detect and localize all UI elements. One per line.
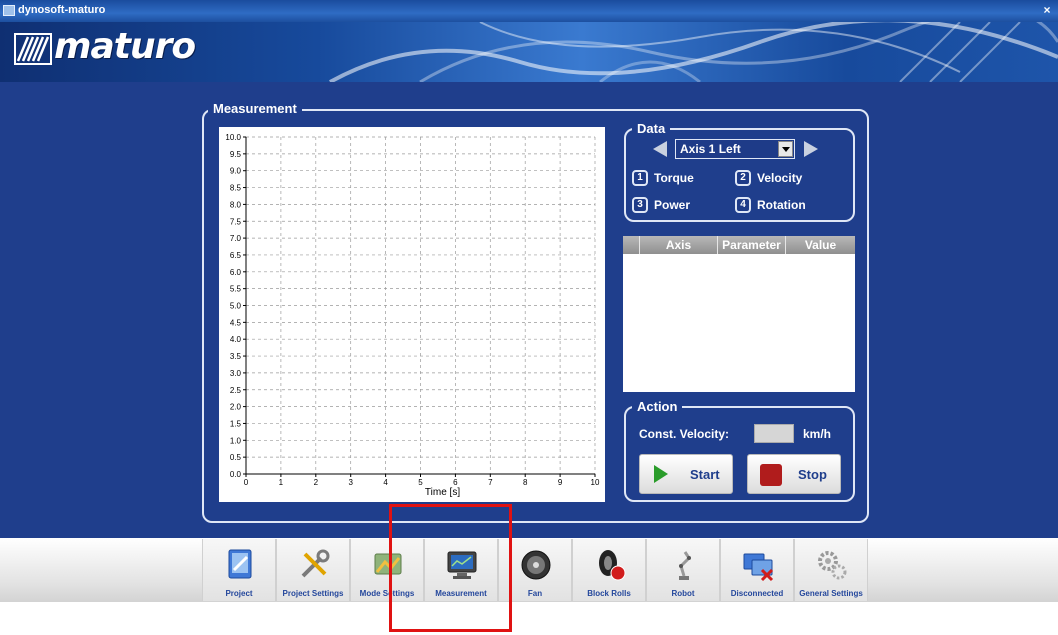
measurement-chart: 0.0 0.5 1.0 1.5 2.0 2.5 3.0 3.5 4.0 4.5 5.0 5.5 6.0 6… [219, 127, 605, 502]
toolbar-label: Block Rolls [587, 589, 631, 598]
toolbar-robot-button[interactable]: Robot [646, 539, 720, 601]
y-tick-label: 4.5 [230, 318, 242, 327]
y-tick-label: 8.5 [230, 184, 242, 193]
title-bar: dynosoft-maturo × [0, 0, 1058, 22]
x-tick-label: 7 [488, 478, 493, 487]
previous-axis-arrow-icon[interactable] [651, 140, 669, 158]
toolbar-label: Robot [671, 589, 695, 598]
header-banner: maturo [0, 22, 1058, 82]
column-header-value[interactable]: Value [785, 236, 855, 254]
y-tick-label: 4.0 [230, 335, 242, 344]
axis-select[interactable]: Axis 1 Left [675, 139, 795, 159]
robot-arm-icon [679, 551, 691, 580]
play-icon [654, 465, 668, 483]
app-icon [3, 5, 15, 16]
close-button[interactable]: × [1040, 3, 1054, 17]
y-tick-label: 8.0 [230, 200, 242, 209]
tire-stop-icon [599, 550, 626, 581]
window-title: dynosoft-maturo [18, 4, 106, 16]
x-tick-label: 8 [523, 478, 528, 487]
y-tick-label: 10.0 [225, 133, 241, 142]
toolbar-project-button[interactable]: Project [202, 539, 276, 601]
toolbar-block-rolls-button[interactable]: Block Rolls [572, 539, 646, 601]
action-title: Action [632, 399, 683, 415]
param-number: 2 [735, 170, 751, 186]
x-tick-label: 1 [279, 478, 284, 487]
stop-icon [760, 464, 782, 486]
const-velocity-label: Const. Velocity: [639, 427, 730, 441]
y-tick-label: 6.5 [230, 251, 242, 260]
y-tick-label: 7.0 [230, 234, 242, 243]
x-tick-label: 6 [453, 478, 458, 487]
logo-mark-icon [14, 33, 52, 65]
x-tick-label: 5 [418, 478, 423, 487]
y-tick-label: 5.5 [230, 285, 242, 294]
data-title: Data [632, 121, 671, 137]
measurement-title: Measurement [208, 101, 302, 117]
tools-icon [301, 549, 330, 578]
y-tick-label: 6.0 [230, 268, 242, 277]
param-label: Power [654, 198, 691, 212]
y-tick-label: 3.5 [230, 352, 242, 361]
const-velocity-input[interactable] [754, 424, 794, 443]
gears-icon [818, 551, 847, 580]
x-tick-label: 3 [348, 478, 353, 487]
chevron-down-icon[interactable] [778, 141, 793, 157]
y-tick-label: 5.0 [230, 302, 242, 311]
y-tick-label: 3.0 [230, 369, 242, 378]
disconnected-icon [743, 553, 774, 582]
start-button[interactable]: Start [639, 454, 733, 494]
highlight-box [389, 504, 512, 632]
logo-wordmark: maturo [54, 26, 196, 67]
fan-icon [521, 550, 551, 580]
param-label: Torque [654, 171, 694, 185]
column-header-axis[interactable]: Axis [639, 236, 717, 254]
y-tick-label: 9.0 [230, 167, 242, 176]
values-table[interactable]: Axis Parameter Value [623, 236, 855, 392]
toolbar-general-settings-button[interactable]: General Settings [794, 539, 868, 601]
param-label: Rotation [757, 198, 806, 212]
stop-button-label: Stop [798, 467, 827, 482]
project-icon [228, 549, 252, 579]
start-button-label: Start [690, 467, 720, 482]
x-tick-label: 10 [591, 478, 600, 487]
x-tick-label: 9 [558, 478, 563, 487]
x-tick-label: 2 [314, 478, 319, 487]
toolbar-label: Project Settings [282, 589, 344, 598]
param-number: 4 [735, 197, 751, 213]
y-tick-label: 9.5 [230, 150, 242, 159]
x-axis-label: Time [s] [425, 487, 460, 498]
y-tick-label: 0.0 [230, 470, 242, 479]
x-tick-label: 4 [383, 478, 388, 487]
table-header: Axis Parameter Value [623, 236, 855, 254]
x-tick-label: 0 [244, 478, 249, 487]
param-number: 3 [632, 197, 648, 213]
chart-canvas: 0.0 0.5 1.0 1.5 2.0 2.5 3.0 3.5 4.0 4.5 5.0 5.5 6.0 6… [225, 133, 600, 498]
y-tick-label: 1.5 [230, 419, 242, 428]
toolbar-label: Project [225, 589, 253, 598]
y-tick-label: 2.0 [230, 403, 242, 412]
y-tick-label: 0.5 [230, 453, 242, 462]
next-axis-arrow-icon[interactable] [802, 140, 820, 158]
axis-select-value: Axis 1 Left [680, 142, 741, 156]
app-window: dynosoft-maturo × maturo Measurement 0.0… [0, 0, 1058, 635]
column-header-parameter[interactable]: Parameter [717, 236, 785, 254]
y-tick-label: 2.5 [230, 386, 242, 395]
stop-button[interactable]: Stop [747, 454, 841, 494]
toolbar-disconnected-button[interactable]: Disconnected [720, 539, 794, 601]
y-tick-label: 7.5 [230, 217, 242, 226]
param-label: Velocity [757, 171, 803, 185]
y-tick-label: 1.0 [230, 436, 242, 445]
param-number: 1 [632, 170, 648, 186]
table-header-blank [623, 236, 639, 254]
toolbar-label: Disconnected [730, 589, 784, 598]
velocity-unit-label: km/h [803, 427, 832, 441]
toolbar-label: General Settings [799, 589, 863, 598]
toolbar-project-settings-button[interactable]: Project Settings [276, 539, 350, 601]
